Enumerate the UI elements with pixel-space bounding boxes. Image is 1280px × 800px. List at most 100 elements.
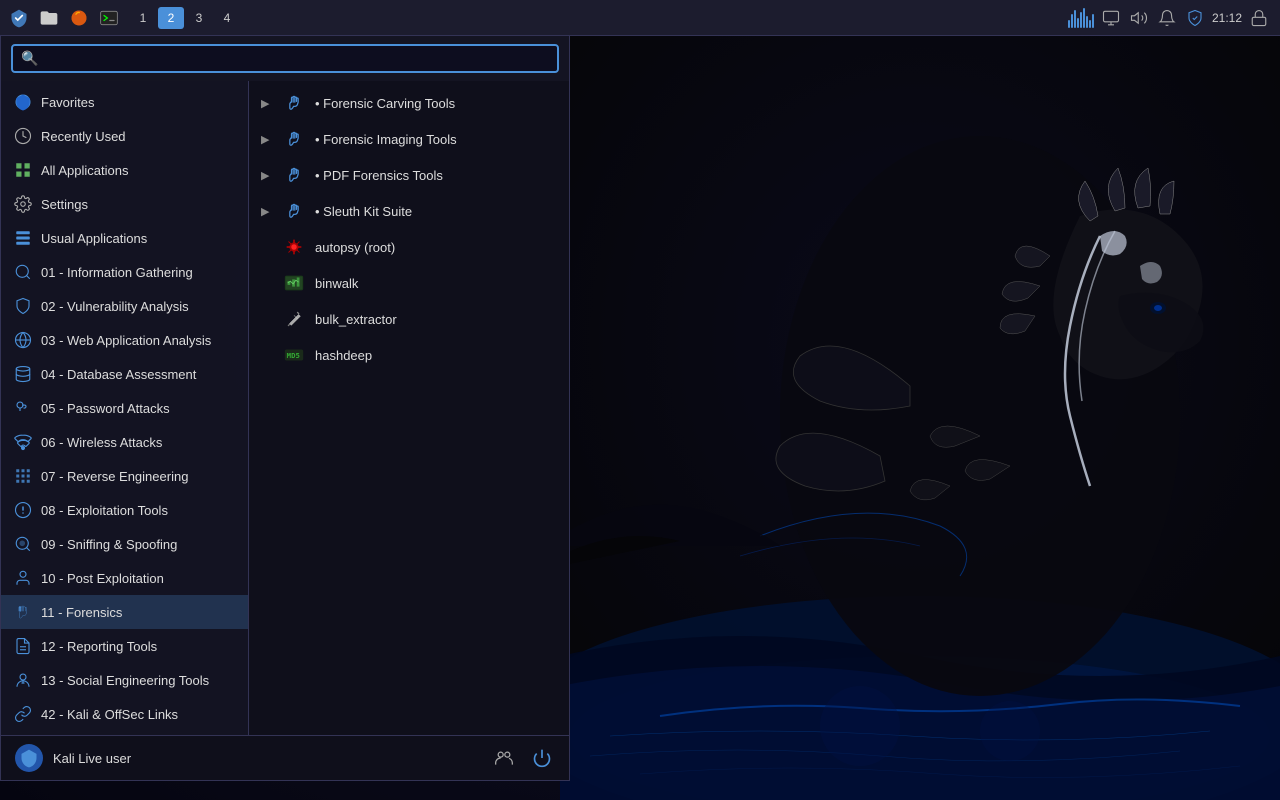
submenu-forensic-carving[interactable]: ▶ • Forensic Carving Tools: [249, 85, 569, 121]
forensic-carving-icon: [283, 92, 305, 114]
recently-used-icon: [13, 126, 33, 146]
menu-item-01[interactable]: 01 - Information Gathering: [1, 255, 248, 289]
workspace-buttons: 1 2 3 4: [130, 7, 240, 29]
menu-item-10[interactable]: 10 - Post Exploitation: [1, 561, 248, 595]
terminal-button[interactable]: [96, 5, 122, 31]
submenu-hashdeep[interactable]: ▶ MD5 hashdeep: [249, 337, 569, 373]
taskbar-right: 21:12: [1068, 7, 1280, 29]
cat-10-label: 10 - Post Exploitation: [41, 571, 164, 586]
forensic-carving-label: • Forensic Carving Tools: [315, 96, 455, 111]
volume-icon[interactable]: [1128, 7, 1150, 29]
binwalk-icon: [283, 272, 305, 294]
favorites-label: Favorites: [41, 95, 94, 110]
no-arrow: ▶: [261, 277, 273, 290]
shield-icon[interactable]: [1184, 7, 1206, 29]
submenu-binwalk[interactable]: ▶ binwalk: [249, 265, 569, 301]
arrow-icon: ▶: [261, 97, 273, 110]
autopsy-label: autopsy (root): [315, 240, 395, 255]
workspace-2[interactable]: 2: [158, 7, 184, 29]
menu-item-04[interactable]: 04 - Database Assessment: [1, 357, 248, 391]
forensic-imaging-label: • Forensic Imaging Tools: [315, 132, 457, 147]
menu-item-07[interactable]: 07 - Reverse Engineering: [1, 459, 248, 493]
menu-item-42[interactable]: 42 - Kali & OffSec Links: [1, 697, 248, 731]
all-apps-label: All Applications: [41, 163, 128, 178]
cat-02-icon: [13, 296, 33, 316]
cat-09-icon: [13, 534, 33, 554]
cat-11-icon: [13, 602, 33, 622]
cat-07-label: 07 - Reverse Engineering: [41, 469, 188, 484]
menu-item-all-apps[interactable]: All Applications: [1, 153, 248, 187]
user-settings-button[interactable]: [491, 745, 517, 771]
lock-icon[interactable]: [1248, 7, 1270, 29]
menu-item-favorites[interactable]: Favorites: [1, 85, 248, 119]
cat-13-icon: [13, 670, 33, 690]
cat-42-label: 42 - Kali & OffSec Links: [41, 707, 178, 722]
cat-06-icon: [13, 432, 33, 452]
search-bar: 🔍: [1, 36, 569, 81]
arrow-icon: ▶: [261, 169, 273, 182]
submenu-forensic-imaging[interactable]: ▶ • Forensic Imaging Tools: [249, 121, 569, 157]
menu-body: Favorites Recently Used All Applications…: [1, 81, 569, 735]
hashdeep-label: hashdeep: [315, 348, 372, 363]
workspace-3[interactable]: 3: [186, 7, 212, 29]
app-menu: 🔍 Favorites Recently Used: [0, 36, 570, 781]
menu-left-panel: Favorites Recently Used All Applications…: [1, 81, 249, 735]
menu-item-11[interactable]: 11 - Forensics: [1, 595, 248, 629]
cat-13-label: 13 - Social Engineering Tools: [41, 673, 209, 688]
menu-item-13[interactable]: 13 - Social Engineering Tools: [1, 663, 248, 697]
cat-12-icon: [13, 636, 33, 656]
menu-item-recently-used[interactable]: Recently Used: [1, 119, 248, 153]
forensic-imaging-icon: [283, 128, 305, 150]
cat-07-icon: [13, 466, 33, 486]
menu-item-05[interactable]: 05 - Password Attacks: [1, 391, 248, 425]
user-avatar: [15, 744, 43, 772]
menu-item-03[interactable]: 03 - Web Application Analysis: [1, 323, 248, 357]
workspace-1[interactable]: 1: [130, 7, 156, 29]
dragon-wallpaper: [560, 36, 1280, 800]
cat-12-label: 12 - Reporting Tools: [41, 639, 157, 654]
kali-logo-button[interactable]: [6, 5, 32, 31]
submenu-bulk-extractor[interactable]: ▶ bulk_extractor: [249, 301, 569, 337]
favorites-icon: [13, 92, 33, 112]
search-wrapper[interactable]: 🔍: [11, 44, 559, 73]
monitor-icon[interactable]: [1100, 7, 1122, 29]
cat-02-label: 02 - Vulnerability Analysis: [41, 299, 189, 314]
menu-item-02[interactable]: 02 - Vulnerability Analysis: [1, 289, 248, 323]
bulk-extractor-icon: [283, 308, 305, 330]
search-input[interactable]: [44, 51, 549, 67]
no-arrow: ▶: [261, 349, 273, 362]
notifications-icon[interactable]: [1156, 7, 1178, 29]
menu-item-09[interactable]: 09 - Sniffing & Spoofing: [1, 527, 248, 561]
menu-item-12[interactable]: 12 - Reporting Tools: [1, 629, 248, 663]
menu-item-06[interactable]: 06 - Wireless Attacks: [1, 425, 248, 459]
menu-item-08[interactable]: 08 - Exploitation Tools: [1, 493, 248, 527]
submenu-pdf-forensics[interactable]: ▶ • PDF Forensics Tools: [249, 157, 569, 193]
taskbar: 1 2 3 4: [0, 0, 1280, 36]
menu-right-panel: ▶ • Forensic Carving Tools ▶ • Forensic …: [249, 81, 569, 735]
submenu-autopsy[interactable]: ▶ autopsy (: [249, 229, 569, 265]
pdf-forensics-label: • PDF Forensics Tools: [315, 168, 443, 183]
menu-item-settings[interactable]: Settings: [1, 187, 248, 221]
bulk-extractor-label: bulk_extractor: [315, 312, 397, 327]
clock: 21:12: [1212, 11, 1242, 25]
firefox-button[interactable]: [66, 5, 92, 31]
cat-05-icon: [13, 398, 33, 418]
cat-08-label: 08 - Exploitation Tools: [41, 503, 168, 518]
cat-08-icon: [13, 500, 33, 520]
power-button[interactable]: [529, 745, 555, 771]
cat-04-label: 04 - Database Assessment: [41, 367, 196, 382]
cat-01-icon: [13, 262, 33, 282]
settings-label: Settings: [41, 197, 88, 212]
no-arrow: ▶: [261, 313, 273, 326]
footer-actions: [491, 745, 555, 771]
pdf-forensics-icon: [283, 164, 305, 186]
audio-visualizer: [1068, 8, 1094, 28]
sleuth-kit-icon: [283, 200, 305, 222]
menu-item-usual-apps[interactable]: Usual Applications: [1, 221, 248, 255]
cat-11-label: 11 - Forensics: [41, 605, 122, 620]
file-manager-button[interactable]: [36, 5, 62, 31]
svg-text:MD5: MD5: [287, 351, 300, 360]
workspace-4[interactable]: 4: [214, 7, 240, 29]
submenu-sleuth-kit[interactable]: ▶ • Sleuth Kit Suite: [249, 193, 569, 229]
binwalk-label: binwalk: [315, 276, 358, 291]
